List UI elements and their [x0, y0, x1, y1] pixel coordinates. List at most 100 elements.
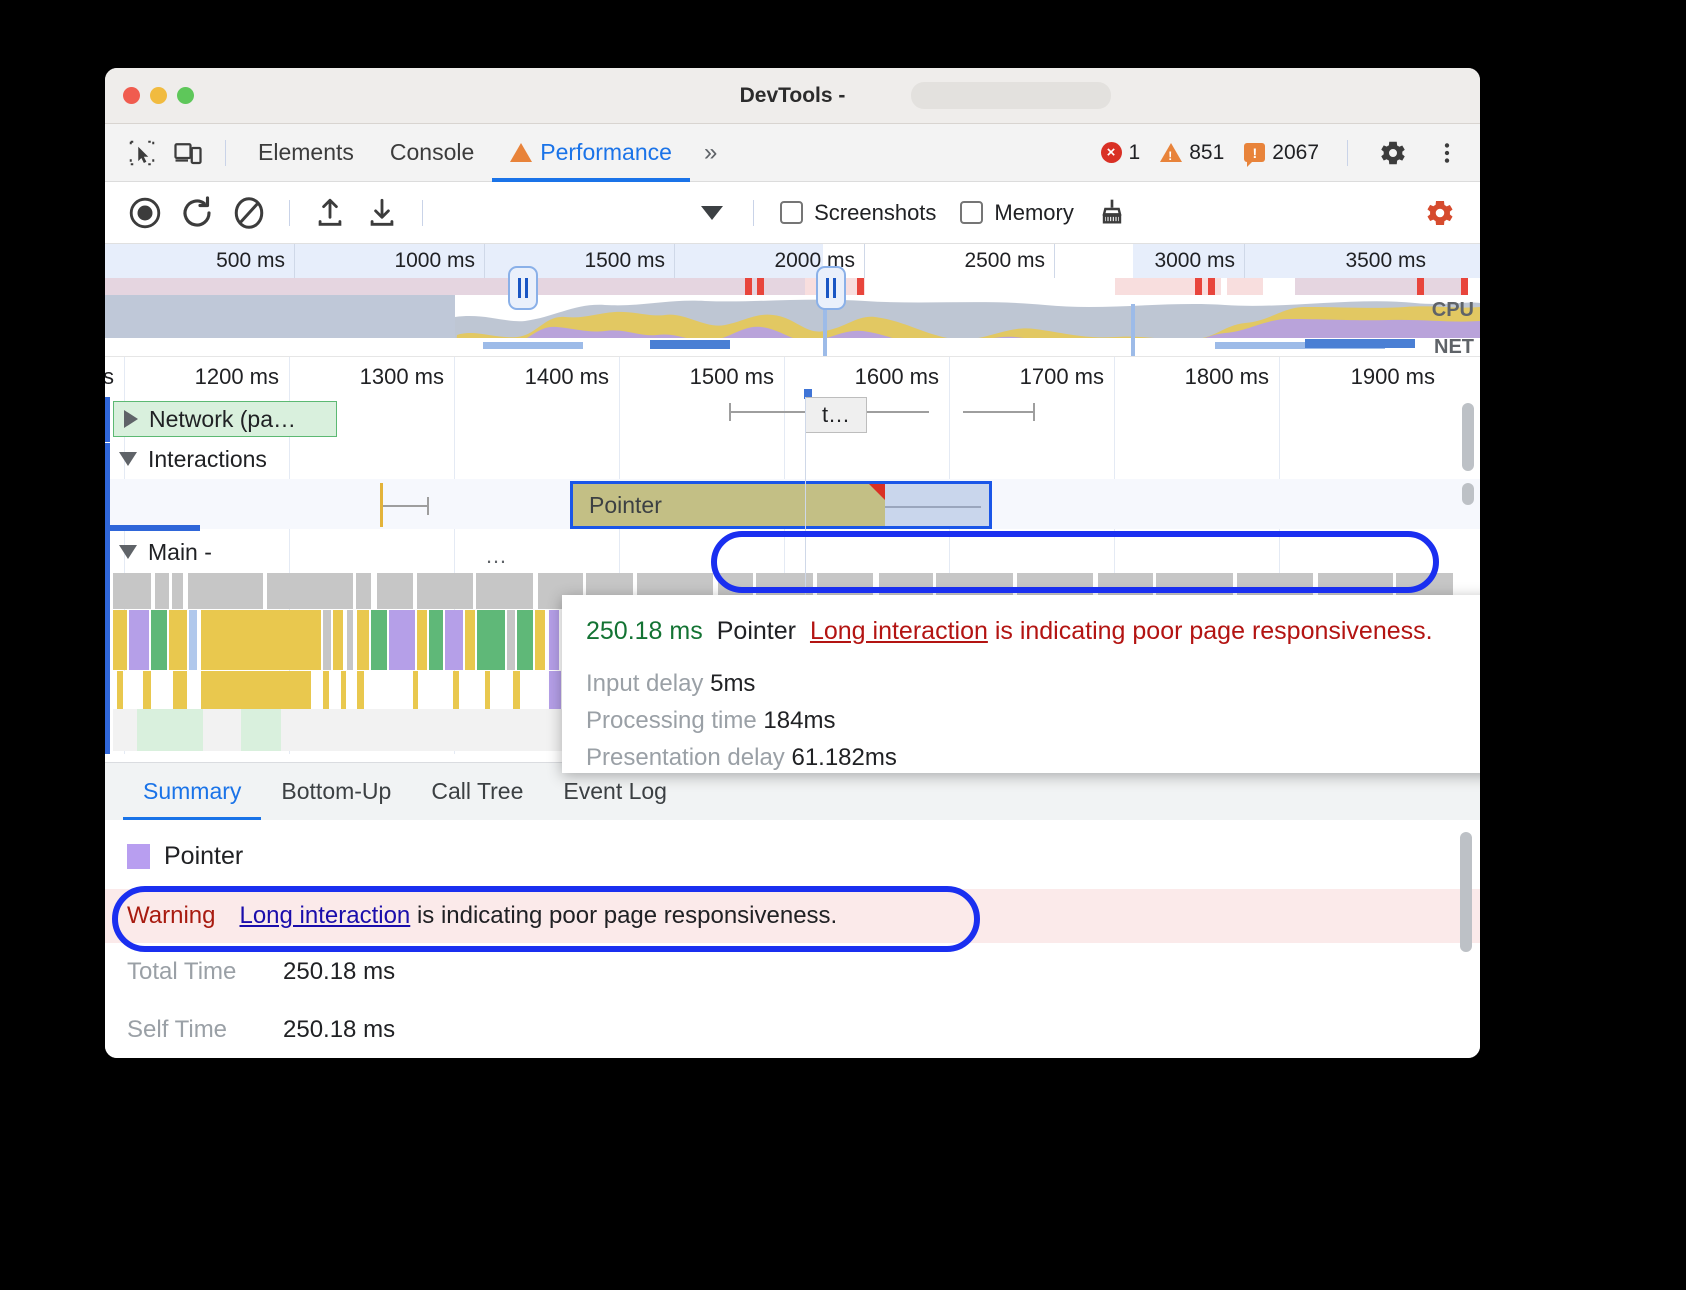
warning-triangle-icon: [510, 143, 532, 162]
tooltip-metric-row: Processing time 184ms: [586, 707, 1480, 735]
memory-checkbox[interactable]: Memory: [948, 200, 1085, 226]
tooltip-warning-link[interactable]: Long interaction: [810, 617, 988, 645]
profile-selector[interactable]: [447, 195, 729, 231]
network-marker: [857, 278, 864, 295]
tooltip-metric-value: 5ms: [710, 670, 755, 697]
interaction-whisker: [383, 505, 429, 507]
device-toolbar-icon[interactable]: [165, 130, 211, 176]
minimize-window-button[interactable]: [150, 87, 167, 104]
summary-event-name: Pointer: [164, 842, 243, 871]
tab-performance[interactable]: Performance: [492, 124, 690, 182]
info-count: 2067: [1272, 141, 1319, 165]
error-counter[interactable]: × 1: [1095, 141, 1147, 165]
network-marker: [1461, 278, 1468, 295]
track-main-label: Main -: [148, 539, 212, 566]
collapse-arrow-icon[interactable]: [119, 452, 137, 466]
devtools-tab-bar: Elements Console Performance » × 1 ! 851…: [105, 124, 1480, 182]
reload-record-icon[interactable]: [171, 187, 223, 239]
capture-settings-gear-icon[interactable]: [1414, 187, 1466, 239]
track-main[interactable]: Main -: [119, 531, 1480, 573]
chevron-down-icon: [701, 206, 723, 220]
info-counter[interactable]: ! 2067: [1238, 141, 1325, 165]
net-bar: [650, 340, 730, 349]
timeline-scrollbar-thumb[interactable]: [1462, 403, 1474, 471]
summary-event-legend: Pointer: [127, 842, 1480, 871]
network-chip: [105, 278, 805, 295]
download-profile-icon[interactable]: [356, 187, 408, 239]
tooltip-metric-row: Input delay 5ms: [586, 670, 1480, 698]
selection-stem-right: [1131, 304, 1135, 356]
pointer-interaction-bar[interactable]: Pointer: [570, 481, 992, 529]
screenshots-checkbox[interactable]: Screenshots: [768, 200, 948, 226]
main-track-accent: [105, 529, 110, 754]
overview-network-band: [105, 278, 1480, 295]
timeline-ruler: ms 1200 ms 1300 ms 1400 ms 1500 ms 1600 …: [105, 357, 1480, 397]
overview-tick: 500 ms: [105, 244, 295, 278]
network-chip: [1227, 278, 1263, 295]
memory-label: Memory: [994, 200, 1073, 226]
track-network[interactable]: Network (pa…: [113, 401, 337, 437]
clear-icon[interactable]: [223, 187, 275, 239]
overview-ruler: 500 ms 1000 ms 1500 ms 2000 ms 2500 ms 3…: [105, 244, 1480, 278]
error-icon: ×: [1101, 142, 1122, 163]
perfbar-divider-3: [753, 200, 754, 226]
issue-counters: × 1 ! 851 ! 2067: [1095, 130, 1480, 176]
tooltip-metric-value: 61.182ms: [791, 744, 896, 771]
maximize-window-button[interactable]: [177, 87, 194, 104]
tooltip-warning-rest: is indicating poor page responsiveness.: [988, 617, 1433, 645]
warning-counter[interactable]: ! 851: [1154, 141, 1230, 165]
track-interactions[interactable]: Interactions: [119, 439, 1480, 479]
tab-event-log-label: Event Log: [563, 778, 667, 805]
collect-garbage-icon[interactable]: [1086, 187, 1138, 239]
summary-warning-text: Long interaction is indicating poor page…: [239, 902, 837, 930]
interaction-whisker-cap: [427, 497, 429, 515]
tab-call-tree[interactable]: Call Tree: [411, 763, 543, 821]
tab-performance-label: Performance: [540, 139, 672, 166]
kebab-menu-icon[interactable]: [1424, 130, 1470, 176]
total-time-value: 250.18 ms: [283, 958, 395, 986]
tab-elements[interactable]: Elements: [240, 124, 372, 182]
tooltip-metric-row: Presentation delay 61.182ms: [586, 744, 1480, 772]
tooltip-event-name: Pointer: [717, 617, 796, 646]
summary-warning-row: Warning Long interaction is indicating p…: [105, 889, 1480, 943]
summary-total-time-row: Total Time 250.18 ms: [127, 943, 1480, 1001]
tooltip-metric-key: Input delay: [586, 670, 703, 697]
timing-whisker-cap: [729, 403, 731, 421]
network-marker: [1195, 278, 1202, 295]
gear-icon[interactable]: [1370, 130, 1416, 176]
network-marker: [757, 278, 764, 295]
inspect-icon[interactable]: [119, 130, 165, 176]
toolbar-divider: [225, 140, 226, 166]
traffic-lights: [123, 87, 194, 104]
timeline-scrollbar-thumb-2[interactable]: [1462, 483, 1474, 505]
counters-divider: [1347, 140, 1348, 166]
selection-handle-right[interactable]: [816, 266, 846, 310]
more-tabs-icon[interactable]: »: [690, 139, 728, 167]
tab-console[interactable]: Console: [372, 124, 492, 182]
window-title: DevTools -: [105, 84, 1480, 108]
tab-bottom-up[interactable]: Bottom-Up: [261, 763, 411, 821]
expand-arrow-icon[interactable]: [124, 410, 138, 428]
timing-whisker: [963, 411, 1035, 413]
overview-net-track: NET: [105, 338, 1480, 356]
long-interaction-link[interactable]: Long interaction: [239, 902, 410, 929]
timing-chip[interactable]: t…: [805, 397, 867, 433]
upload-profile-icon[interactable]: [304, 187, 356, 239]
timeline-overview[interactable]: 500 ms 1000 ms 1500 ms 2000 ms 2500 ms 3…: [105, 244, 1480, 356]
title-bar: DevTools -: [105, 68, 1480, 124]
network-marker: [745, 278, 752, 295]
close-window-button[interactable]: [123, 87, 140, 104]
tooltip-warning: Long interaction is indicating poor page…: [810, 617, 1433, 646]
tab-summary[interactable]: Summary: [123, 763, 261, 821]
summary-scrollbar-thumb[interactable]: [1460, 832, 1472, 952]
tab-elements-label: Elements: [258, 139, 354, 166]
devtools-window: DevTools - Elements Console Performa: [105, 68, 1480, 1058]
pointer-bar-label: Pointer: [573, 492, 662, 519]
net-track-label: NET: [1434, 336, 1474, 356]
pointer-warning-triangle-icon: [869, 484, 885, 500]
selection-handle-left[interactable]: [508, 266, 538, 310]
network-marker: [1417, 278, 1424, 295]
collapse-arrow-icon[interactable]: [119, 545, 137, 559]
tooltip-metric-key: Presentation delay: [586, 744, 785, 771]
record-icon[interactable]: [119, 187, 171, 239]
